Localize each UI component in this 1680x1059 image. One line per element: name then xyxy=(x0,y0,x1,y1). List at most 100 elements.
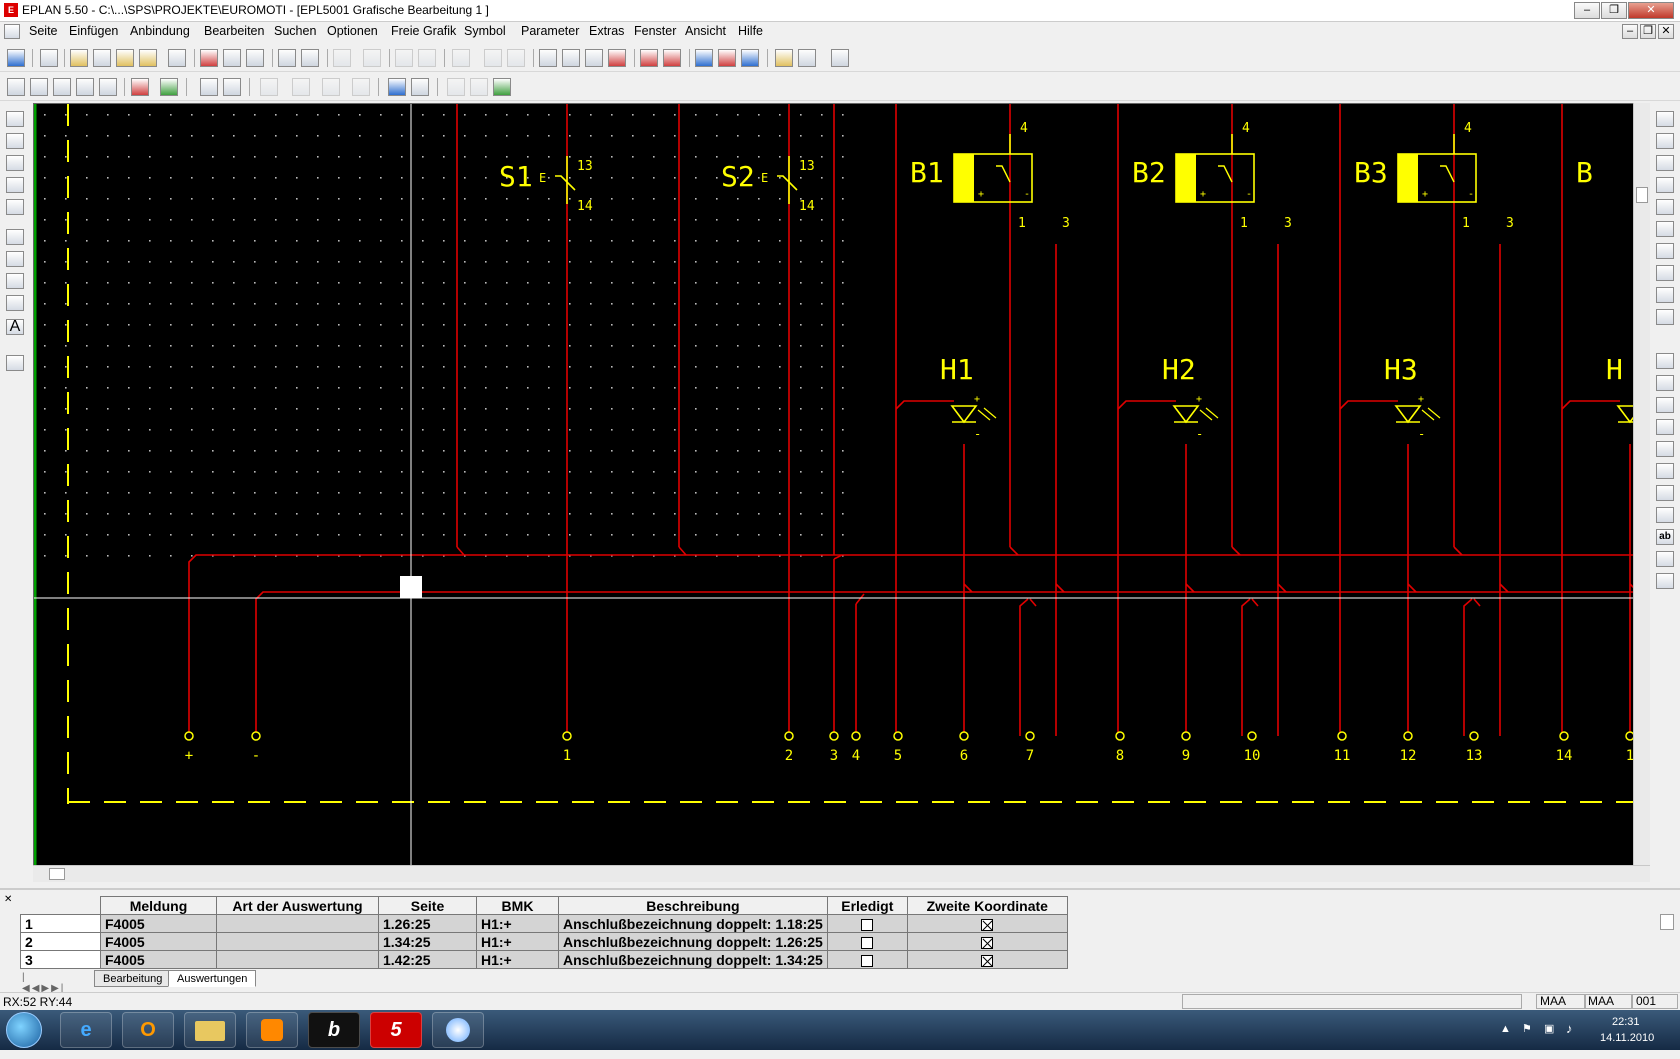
clock-time[interactable]: 22:31 xyxy=(1612,1016,1640,1028)
redraw-icon[interactable] xyxy=(131,78,149,96)
cell-seite[interactable]: 1.34:25 xyxy=(378,932,477,951)
insert-box-icon[interactable] xyxy=(6,155,24,171)
cell-beschreibung[interactable]: Anschlußbezeichnung doppelt: 1.34:25 xyxy=(558,950,828,969)
col-zweite-koordinate[interactable]: Zweite Koordinate xyxy=(906,896,1068,915)
panel-close-icon[interactable]: ✕ xyxy=(4,894,12,905)
connection-icon[interactable] xyxy=(493,78,511,96)
tray-volume-icon[interactable]: ♪ xyxy=(1566,1021,1573,1036)
symbol-mirror-icon[interactable] xyxy=(292,78,310,96)
menu-hilfe[interactable]: Hilfe xyxy=(738,24,763,38)
move-left-icon[interactable] xyxy=(640,49,658,67)
tab-auswertungen[interactable]: Auswertungen xyxy=(168,970,257,987)
cell-seite[interactable]: 1.42:25 xyxy=(378,950,477,969)
potential-icon[interactable] xyxy=(6,251,24,267)
start-button[interactable] xyxy=(6,1012,42,1048)
open-page-icon[interactable] xyxy=(116,49,134,67)
undo-icon[interactable] xyxy=(484,49,502,67)
horizontal-scrollbar[interactable] xyxy=(33,865,1650,882)
tab-nav-arrows[interactable]: |◀◀▶▶| xyxy=(22,972,65,994)
symbol-rotate-icon[interactable] xyxy=(260,78,278,96)
redo-icon[interactable] xyxy=(507,49,525,67)
cable-icon[interactable] xyxy=(6,273,24,289)
snap-icon[interactable] xyxy=(200,78,218,96)
zweite-checkbox[interactable] xyxy=(981,918,994,931)
corner-bl-icon[interactable] xyxy=(1656,155,1674,171)
schematic-drawing[interactable]: S1 E1314S2 E1314 B141 3+ -H1+-B241 3+ -H2+-B34… xyxy=(33,104,1680,866)
tee-right-icon[interactable] xyxy=(1656,243,1674,259)
menu-einfuegen[interactable]: Einfügen xyxy=(69,24,118,38)
horizontal-scroll-thumb[interactable] xyxy=(49,868,65,880)
tee-left-icon[interactable] xyxy=(1656,265,1674,281)
grid-icon[interactable] xyxy=(223,78,241,96)
corner-tl-icon[interactable] xyxy=(1656,111,1674,127)
macro-view-icon[interactable] xyxy=(411,78,429,96)
rectangle-icon[interactable] xyxy=(1656,485,1674,501)
filter-icon[interactable] xyxy=(333,49,351,67)
taskbar-outlook[interactable]: O xyxy=(122,1012,174,1048)
col-meldung[interactable]: Meldung xyxy=(100,896,217,915)
vertical-scroll-thumb[interactable] xyxy=(1636,187,1648,203)
cell-meldung[interactable]: F4005 xyxy=(100,932,217,951)
delete-icon[interactable] xyxy=(608,49,626,67)
menu-anbindung[interactable]: Anbindung xyxy=(130,24,190,38)
zoom-in-icon[interactable] xyxy=(30,78,48,96)
project-icon[interactable] xyxy=(7,49,25,67)
zoom-fit-icon[interactable] xyxy=(76,78,94,96)
minimize-button[interactable]: – xyxy=(1574,2,1600,19)
corner-br-icon[interactable] xyxy=(1656,177,1674,193)
tray-flag-icon[interactable]: ⚑ xyxy=(1522,1022,1532,1035)
cell-erledigt[interactable] xyxy=(826,914,908,933)
polyline-icon[interactable] xyxy=(1656,397,1674,413)
tab-bearbeitung[interactable]: Bearbeitung xyxy=(94,970,172,987)
cell-erledigt[interactable] xyxy=(826,932,908,951)
close-button[interactable]: ✕ xyxy=(1628,2,1674,19)
page-properties-icon[interactable] xyxy=(278,49,296,67)
insert-device-icon[interactable] xyxy=(6,133,24,149)
zoom-out-icon[interactable] xyxy=(53,78,71,96)
clock-date[interactable]: 14.11.2010 xyxy=(1600,1032,1654,1044)
image-icon[interactable] xyxy=(1656,573,1674,589)
col-seite[interactable]: Seite xyxy=(378,896,477,915)
col-beschreibung[interactable]: Beschreibung xyxy=(558,896,828,915)
window-cascade-icon[interactable] xyxy=(718,49,736,67)
zweite-checkbox[interactable] xyxy=(981,954,994,967)
line-tool-icon[interactable] xyxy=(1656,375,1674,391)
cell-bmk[interactable]: H1:+ xyxy=(476,932,559,951)
structure-icon[interactable] xyxy=(6,295,24,311)
cell-beschreibung[interactable]: Anschlußbezeichnung doppelt: 1.26:25 xyxy=(558,932,828,951)
zoom-window-icon[interactable] xyxy=(7,78,25,96)
table-row[interactable]: 1 F4005 1.26:25 H1:+ Anschlußbezeichnung dop… xyxy=(20,914,1068,933)
cell-beschreibung[interactable]: Anschlußbezeichnung doppelt: 1.18:25 xyxy=(558,914,828,933)
select-icon[interactable] xyxy=(452,49,470,67)
schematic-canvas[interactable]: S1 E 13 14 S2 E 13 14 B1 4 1 3 + - H1 + - B2 4 1 3 + - H2 + - B3 4… xyxy=(33,103,1680,866)
page-up-icon[interactable] xyxy=(223,49,241,67)
text-tool-icon[interactable]: A xyxy=(6,319,24,335)
col-bmk[interactable]: BMK xyxy=(476,896,559,915)
cell-zweite[interactable] xyxy=(906,914,1068,933)
save-page-icon[interactable] xyxy=(139,49,157,67)
cross-icon[interactable] xyxy=(1656,287,1674,303)
menu-extras[interactable]: Extras xyxy=(589,24,624,38)
taskbar-ie[interactable]: e xyxy=(60,1012,112,1048)
insert-plc-icon[interactable] xyxy=(6,177,24,193)
window-arrange-icon[interactable] xyxy=(741,49,759,67)
cell-zweite[interactable] xyxy=(906,950,1068,969)
cell-meldung[interactable]: F4005 xyxy=(100,914,217,933)
taskbar-media[interactable] xyxy=(246,1012,298,1048)
tee-down-icon[interactable] xyxy=(1656,199,1674,215)
mdi-minimize-button[interactable]: – xyxy=(1622,24,1638,39)
circle-icon[interactable] xyxy=(1656,441,1674,457)
menu-bearbeiten[interactable]: Bearbeiten xyxy=(204,24,264,38)
zweite-checkbox[interactable] xyxy=(981,936,994,949)
maximize-button[interactable]: ❐ xyxy=(1601,2,1627,19)
table-row[interactable]: 2 F4005 1.34:25 H1:+ Anschlußbezeichnung dop… xyxy=(20,932,1068,951)
row-number[interactable]: 2 xyxy=(20,932,101,951)
tee-up-icon[interactable] xyxy=(1656,221,1674,237)
move-right-icon[interactable] xyxy=(663,49,681,67)
cell-zweite[interactable] xyxy=(906,932,1068,951)
insert-symbol-icon[interactable] xyxy=(6,111,24,127)
tray-show-hidden-icon[interactable]: ▲ xyxy=(1500,1023,1511,1035)
copy-block-icon[interactable] xyxy=(562,49,580,67)
mdi-close-button[interactable]: ✕ xyxy=(1658,24,1674,39)
align-icon[interactable] xyxy=(447,78,465,96)
